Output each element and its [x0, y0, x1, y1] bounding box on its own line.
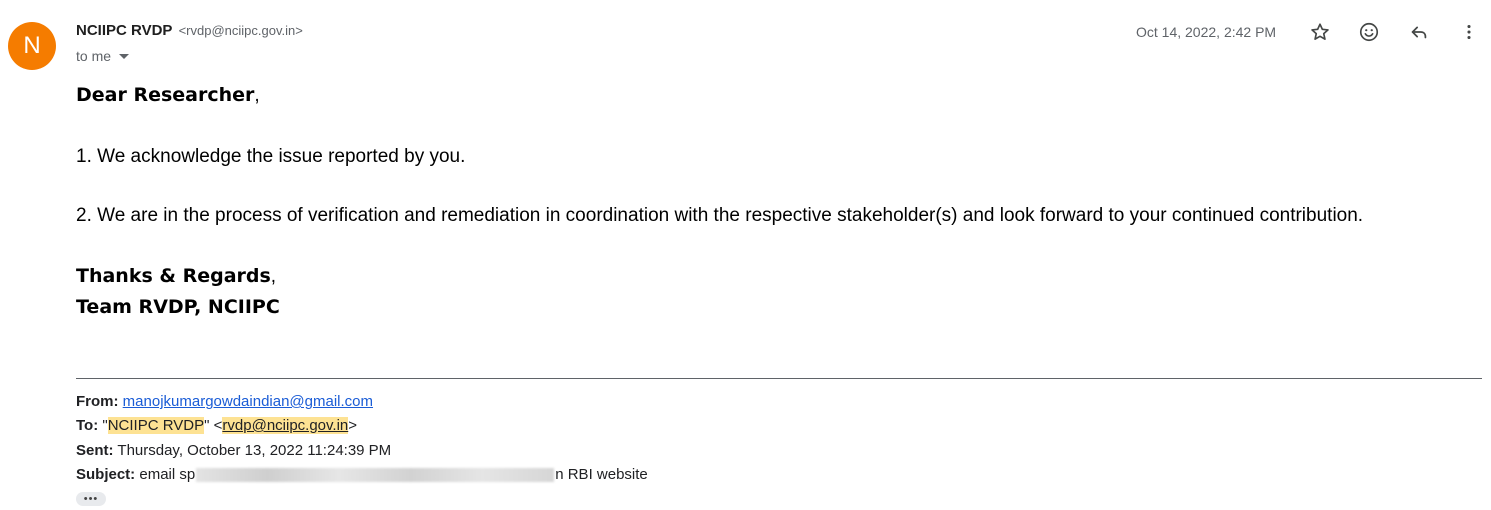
- signoff-punct: ,: [270, 266, 277, 287]
- subject-label: Subject:: [76, 466, 136, 483]
- sender-avatar[interactable]: N: [8, 22, 56, 70]
- quote-divider: [76, 378, 1482, 379]
- to-quote-close: " <: [204, 417, 223, 434]
- quoted-sent: Sent: Thursday, October 13, 2022 11:24:3…: [76, 442, 391, 459]
- emoji-react-button[interactable]: [1355, 18, 1383, 46]
- subject-start: email sp: [139, 466, 196, 483]
- sender-name[interactable]: NCIIPC RVDP: [76, 22, 172, 39]
- signoff: Thanks & Regards,: [76, 265, 276, 288]
- sent-value: Thursday, October 13, 2022 11:24:39 PM: [117, 442, 392, 459]
- emoji-icon: [1359, 22, 1379, 42]
- greeting-punct: ,: [254, 85, 260, 106]
- to-email-link[interactable]: rvdp@nciipc.gov.in: [222, 417, 349, 434]
- from-email-link[interactable]: manojkumargowdaindian@gmail.com: [123, 393, 373, 410]
- star-icon: [1311, 23, 1329, 40]
- reply-button[interactable]: [1405, 18, 1433, 46]
- star-button[interactable]: [1306, 18, 1334, 46]
- subject-end: n RBI website: [555, 466, 648, 483]
- to-label: To:: [76, 417, 99, 434]
- quoted-from: From: manojkumargowdaindian@gmail.com: [76, 393, 373, 410]
- to-name: NCIIPC RVDP: [107, 417, 205, 434]
- sender-email: <rvdp@nciipc.gov.in>: [178, 23, 303, 38]
- body-line-2: 2. We are in the process of verification…: [76, 205, 1364, 226]
- chevron-down-icon[interactable]: [119, 53, 130, 59]
- sender-line: NCIIPC RVDP <rvdp@nciipc.gov.in>: [76, 22, 303, 39]
- redacted-block: [196, 468, 555, 483]
- reply-icon: [1411, 26, 1427, 39]
- quoted-subject: Subject: email sp n RBI website: [76, 466, 648, 483]
- recipient-dropdown[interactable]: to me: [76, 48, 130, 64]
- greeting: Dear Researcher,: [76, 84, 260, 107]
- team-signature: Team RVDP, NCIIPC: [76, 296, 280, 318]
- more-vert-icon: [1467, 24, 1471, 40]
- sent-label: Sent:: [76, 442, 114, 459]
- message-date: Oct 14, 2022, 2:42 PM: [1136, 24, 1277, 40]
- recipient-label: to me: [76, 48, 112, 64]
- greeting-bold: Dear Researcher: [76, 84, 255, 106]
- show-trimmed-content-button[interactable]: •••: [76, 492, 106, 506]
- from-label: From:: [76, 393, 119, 410]
- signoff-bold: Thanks & Regards: [76, 265, 271, 287]
- more-options-button[interactable]: [1455, 18, 1483, 46]
- to-quote-open: ": [102, 417, 108, 434]
- to-end: >: [348, 417, 358, 434]
- body-line-1: 1. We acknowledge the issue reported by …: [76, 146, 466, 167]
- quoted-to: To: "NCIIPC RVDP" <rvdp@nciipc.gov.in>: [76, 417, 357, 434]
